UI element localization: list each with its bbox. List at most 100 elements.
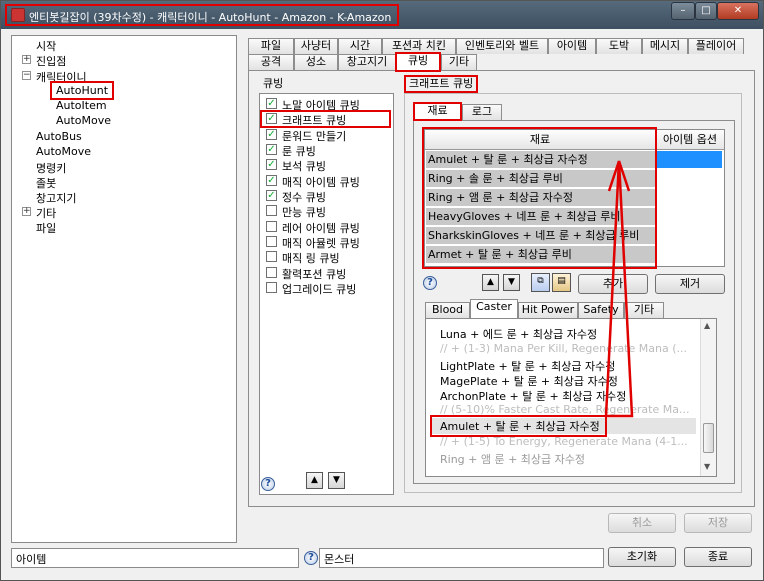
monster-field[interactable]: 몬스터 (319, 548, 604, 568)
tree-item-automove-sub[interactable]: AutoMove (56, 114, 111, 127)
tab-stash[interactable]: 창고지기 (338, 54, 396, 70)
expand-icon[interactable]: + (22, 207, 31, 216)
tab-file[interactable]: 파일 (248, 38, 294, 54)
close-icon: ✕ (733, 5, 743, 16)
grid-header-item-options[interactable]: 아이템 옵션 (656, 130, 724, 150)
label-rune-cubing: 룬 큐빙 (282, 145, 316, 158)
label-upgrade-cubing: 업그레이드 큐빙 (282, 283, 357, 296)
paste-icon[interactable]: ▤ (552, 273, 571, 292)
item-option-cell[interactable] (656, 227, 722, 245)
expand-icon[interactable]: + (22, 55, 31, 64)
checkbox-rune-cubing[interactable]: ✓ (266, 144, 277, 155)
scroll-down-icon[interactable]: ▼ (704, 462, 710, 471)
item-option-cell[interactable] (656, 170, 722, 188)
move-up-button[interactable]: ▲ (482, 274, 499, 291)
tree-item-automove[interactable]: AutoMove (36, 145, 91, 158)
tab-time[interactable]: 시간 (338, 38, 382, 54)
tab-attack[interactable]: 공격 (248, 54, 294, 70)
save-button[interactable]: 저장 (684, 513, 752, 533)
app-icon (11, 8, 25, 22)
close-button[interactable]: ✕ (717, 2, 759, 20)
tree-item-entry[interactable]: 진입점 (36, 53, 66, 69)
move-up-button[interactable]: ▲ (306, 472, 323, 489)
tree-item-file[interactable]: 파일 (36, 220, 56, 236)
checkbox-rare-item-cubing[interactable] (266, 221, 277, 232)
move-down-button[interactable]: ▼ (503, 274, 520, 291)
label-magic-ring-cubing: 매직 링 큐빙 (282, 252, 340, 265)
checkbox-gem-cubing[interactable]: ✓ (266, 159, 277, 170)
scrollbar-thumb[interactable] (703, 423, 714, 453)
remove-button[interactable]: 제거 (655, 274, 725, 294)
list-item[interactable]: Luna + 에드 룬 + 최상급 자수정 (438, 326, 698, 342)
tab-item[interactable]: 아이템 (548, 38, 596, 54)
tree-item-start[interactable]: 시작 (36, 38, 56, 54)
item-option-cell[interactable] (656, 208, 722, 226)
help-icon[interactable]: ? (304, 551, 318, 565)
craft-cubing-group-label: 크래프트 큐빙 (404, 75, 479, 93)
tree-item-etc[interactable]: 기타 (36, 205, 56, 221)
label-craft-cubing: 크래프트 큐빙 (282, 114, 347, 127)
cancel-button[interactable]: 취소 (608, 513, 676, 533)
item-field[interactable]: 아이템 (11, 548, 299, 568)
label-rejuv-potion-cubing: 활력포션 큐빙 (282, 268, 347, 281)
tab-cubing[interactable]: 큐빙 (395, 52, 441, 72)
tab-hunting-ground[interactable]: 사냥터 (294, 38, 338, 54)
tab-caster[interactable]: Caster (470, 299, 518, 318)
selected-recipe-highlight (430, 415, 607, 437)
tree-item-autohunt[interactable]: AutoHunt (50, 81, 115, 100)
recipe-list[interactable]: Luna + 에드 룬 + 최상급 자수정 // + (1-3) Mana Pe… (425, 318, 717, 477)
tree-item-hotkeys[interactable]: 명령키 (36, 160, 66, 176)
subtab-materials[interactable]: 재료 (413, 102, 462, 121)
copy-icon[interactable]: ⧉ (531, 273, 550, 292)
item-option-cell[interactable] (656, 151, 722, 169)
checkbox-magic-amulet-cubing[interactable] (266, 236, 277, 247)
label-universal-cubing: 만능 큐빙 (282, 206, 326, 219)
move-down-button[interactable]: ▼ (328, 472, 345, 489)
tree-item-autoitem[interactable]: AutoItem (56, 99, 107, 112)
annotation-arrow (604, 160, 634, 418)
minimize-button[interactable]: – (671, 2, 695, 20)
list-item[interactable]: Ring + 앰 룬 + 최상급 자수정 (438, 451, 698, 467)
exit-button[interactable]: 종료 (684, 547, 752, 567)
help-icon[interactable]: ? (423, 276, 437, 290)
label-gem-cubing: 보석 큐빙 (282, 160, 326, 173)
label-rare-item-cubing: 레어 아이템 큐빙 (282, 222, 360, 235)
tab-blood[interactable]: Blood (425, 302, 470, 318)
list-item[interactable]: MagePlate + 탈 룬 + 최상급 자수정 (438, 373, 698, 389)
tab-hit-power[interactable]: Hit Power (518, 302, 578, 318)
checkbox-magic-ring-cubing[interactable] (266, 251, 277, 262)
navigation-tree[interactable]: 시작 + 진입점 − 캐릭터이니 AutoHunt AutoItem AutoM… (11, 35, 237, 543)
tab-message[interactable]: 메시지 (642, 38, 688, 54)
tab-inventory-belt[interactable]: 인벤토리와 벨트 (456, 38, 548, 54)
checkbox-essence-cubing[interactable]: ✓ (266, 190, 277, 201)
checkbox-universal-cubing[interactable] (266, 205, 277, 216)
list-item[interactable]: ArchonPlate + 탈 룬 + 최상급 자수정 (438, 388, 698, 404)
window-title: 엔티봇길잡이 (39차수정) - 캐릭터이니 - AutoHunt - Amaz… (29, 11, 392, 24)
item-option-cell[interactable] (656, 189, 722, 207)
main-window: 엔티봇길잡이 (39차수정) - 캐릭터이니 - AutoHunt - Amaz… (0, 0, 764, 581)
tree-item-autobus[interactable]: AutoBus (36, 130, 82, 143)
checkbox-rejuv-potion-cubing[interactable] (266, 267, 277, 278)
list-item-comment[interactable]: // + (1-3) Mana Per Kill, Regenerate Man… (438, 342, 698, 355)
tab-gamble[interactable]: 도박 (596, 38, 642, 54)
checkbox-normal-cubing[interactable]: ✓ (266, 98, 277, 109)
checkbox-upgrade-cubing[interactable] (266, 282, 277, 293)
tree-item-stash[interactable]: 창고지기 (36, 190, 76, 206)
list-item[interactable]: LightPlate + 탈 룬 + 최상급 자수정 (438, 358, 698, 374)
tab-etc[interactable]: 기타 (441, 54, 477, 70)
tree-item-sleepbot[interactable]: 졸봇 (36, 175, 56, 191)
collapse-icon[interactable]: − (22, 71, 31, 80)
subtab-log[interactable]: 로그 (462, 104, 502, 120)
recipe-list-scrollbar[interactable]: ▲ ▼ (700, 319, 716, 476)
maximize-button[interactable]: □ (695, 2, 717, 20)
reset-button[interactable]: 초기화 (608, 547, 676, 567)
tab-shrine[interactable]: 성소 (294, 54, 338, 70)
help-icon[interactable]: ? (261, 477, 275, 491)
tab-player[interactable]: 플레이어 (688, 38, 744, 54)
checkbox-magic-item-cubing[interactable]: ✓ (266, 175, 277, 186)
checkbox-craft-cubing[interactable]: ✓ (266, 113, 277, 124)
scroll-up-icon[interactable]: ▲ (704, 321, 710, 330)
title-bar[interactable]: 엔티봇길잡이 (39차수정) - 캐릭터이니 - AutoHunt - Amaz… (1, 1, 763, 29)
item-option-cell[interactable] (656, 246, 722, 264)
checkbox-runeword[interactable]: ✓ (266, 129, 277, 140)
